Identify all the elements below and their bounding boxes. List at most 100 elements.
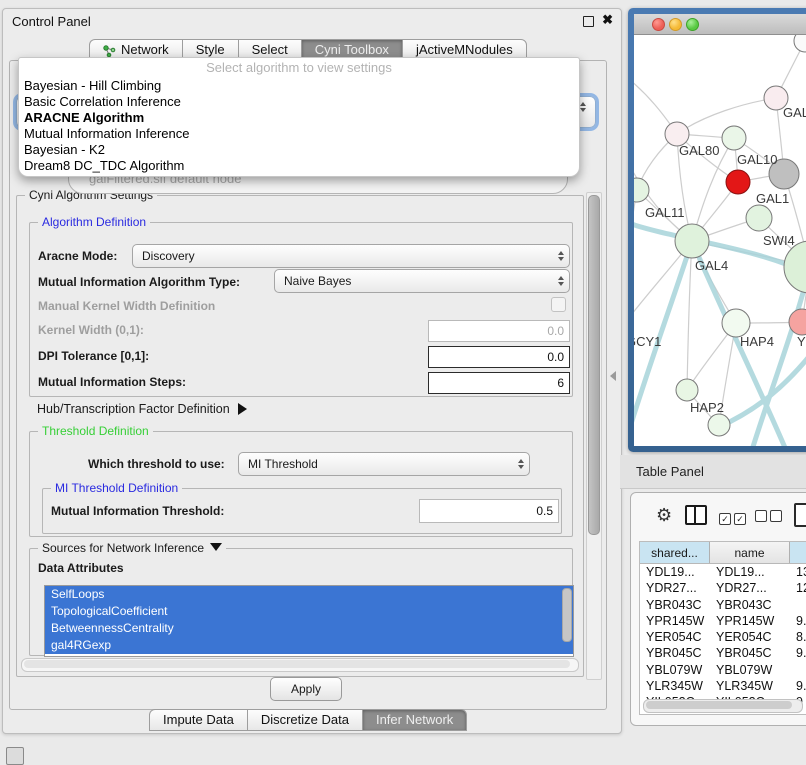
settings-hscroll-thumb[interactable]: [24, 660, 570, 668]
apply-button[interactable]: Apply: [270, 677, 342, 701]
table-cell[interactable]: YER054C: [710, 629, 790, 645]
split-panel-icon-button[interactable]: [685, 505, 707, 525]
algorithm-item-bayesian-k2[interactable]: Bayesian - K2: [19, 142, 579, 158]
window-zoom-icon[interactable]: [686, 18, 699, 31]
network-edge-highlighted: [752, 267, 806, 446]
mi-steps-label: Mutual Information Steps:: [38, 375, 186, 389]
table-cell[interactable]: YBR043C: [710, 597, 790, 613]
table-cell[interactable]: YPR145W: [710, 613, 790, 629]
table-cell[interactable]: YDR27...: [710, 580, 790, 596]
tab-impute-data[interactable]: Impute Data: [149, 709, 247, 731]
table-cell[interactable]: 9.: [790, 645, 806, 661]
table-cell[interactable]: YBR045C: [710, 645, 790, 661]
deselect-all-columns-icon-button[interactable]: [755, 509, 785, 527]
algorithm-item-basic-correlation-inference[interactable]: Basic Correlation Inference: [19, 94, 579, 110]
algorithm-item-bayesian-hill-climbing[interactable]: Bayesian - Hill Climbing: [19, 78, 579, 94]
mi-type-combobox[interactable]: Naive Bayes: [274, 269, 570, 293]
table-cell[interactable]: YBR045C: [640, 645, 710, 661]
column-header-shared[interactable]: shared...: [640, 542, 710, 563]
tab-label: Infer Network: [376, 710, 453, 730]
which-threshold-combobox[interactable]: MI Threshold: [238, 452, 530, 476]
node-label-gal80: GAL80: [679, 143, 719, 158]
table-cell[interactable]: YLR345W: [710, 678, 790, 694]
table-cell[interactable]: [790, 597, 806, 613]
tab-infer-network[interactable]: Infer Network: [362, 709, 467, 731]
table-row[interactable]: YBR045CYBR045C9.: [640, 645, 806, 661]
table-row[interactable]: YDL19...YDL19...13: [640, 564, 806, 580]
select-all-columns-icon: ✓: [734, 513, 746, 525]
sources-title-toggle[interactable]: Sources for Network Inference: [38, 541, 226, 555]
hub-tf-section-toggle[interactable]: Hub/Transcription Factor Definition: [37, 402, 247, 416]
float-window-icon[interactable]: [583, 16, 594, 27]
manual-kernel-checkbox[interactable]: [551, 297, 566, 312]
attribute-item-selfloops[interactable]: SelfLoops: [45, 586, 573, 603]
control-panel-window: Control Panel ✖ NetworkStyleSelectCyni T…: [2, 8, 622, 734]
mi-threshold-field[interactable]: [419, 499, 559, 523]
table-cell[interactable]: YPR145W: [640, 613, 710, 629]
table-cell[interactable]: YBL079W: [640, 662, 710, 678]
settings-vscroll-thumb[interactable]: [588, 195, 600, 535]
algorithm-item-aracne-algorithm[interactable]: ARACNE Algorithm: [19, 110, 579, 126]
table-cell[interactable]: YDR27...: [640, 580, 710, 596]
network-node-hap2[interactable]: [676, 379, 698, 401]
settings-gear-icon-button[interactable]: ⚙: [656, 505, 672, 526]
network-view-window: GALGAL80GAL10GAL1GAL11SWI4GAL4GCY1HAP4YH…: [628, 8, 806, 452]
table-row[interactable]: YDR27...YDR27...12: [640, 580, 806, 596]
table-cell[interactable]: YDL19...: [640, 564, 710, 580]
minimized-panel-icon[interactable]: [6, 747, 24, 765]
table-cell[interactable]: YDL19...: [710, 564, 790, 580]
node-label-y: Y: [797, 334, 806, 349]
tab-discretize-data[interactable]: Discretize Data: [247, 709, 362, 731]
attribute-item-betweennesscentrality[interactable]: BetweennessCentrality: [45, 620, 573, 637]
table-icon-button[interactable]: [794, 503, 806, 527]
algorithm-item-dream8-dc-tdc-algorithm[interactable]: Dream8 DC_TDC Algorithm: [19, 158, 579, 174]
attribute-item-gal4rgexp[interactable]: gal4RGexp: [45, 637, 573, 654]
table-row[interactable]: YPR145WYPR145W9.: [640, 613, 806, 629]
table-row[interactable]: YLR345WYLR345W9.: [640, 678, 806, 694]
table-toolbar: ⚙ ✓✓: [631, 493, 806, 539]
table-cell[interactable]: 8.: [790, 629, 806, 645]
table-cell[interactable]: 9.: [790, 678, 806, 694]
table-cell[interactable]: [790, 662, 806, 678]
cyni-algorithm-settings-group: Cyni Algorithm Settings Algorithm Defini…: [16, 195, 584, 677]
network-tab-icon: [103, 44, 116, 57]
table-cell[interactable]: YBR043C: [640, 597, 710, 613]
network-node-gal11[interactable]: [634, 178, 649, 202]
kernel-width-field[interactable]: [428, 320, 570, 342]
mi-steps-field[interactable]: [428, 372, 570, 394]
column-header-name[interactable]: name: [710, 542, 790, 563]
splitter-collapse-arrow-icon[interactable]: [610, 371, 616, 381]
network-node-swi4[interactable]: [746, 205, 772, 231]
column-header-clipped[interactable]: [790, 542, 806, 563]
table-cell[interactable]: 9.: [790, 613, 806, 629]
aracne-mode-combobox[interactable]: Discovery: [132, 244, 570, 268]
list-scrollbar-thumb[interactable]: [562, 588, 572, 642]
algorithm-placeholder: Select algorithm to view settings: [19, 58, 579, 78]
table-row[interactable]: YBR043CYBR043C: [640, 597, 806, 613]
table-cell[interactable]: YLR345W: [640, 678, 710, 694]
select-all-columns-icon-button[interactable]: ✓✓: [719, 509, 749, 527]
window-minimize-icon[interactable]: [669, 18, 682, 31]
attribute-item-topologicalcoefficient[interactable]: TopologicalCoefficient: [45, 603, 573, 620]
network-node-gal1[interactable]: [726, 170, 750, 194]
table-row[interactable]: YBL079WYBL079W: [640, 662, 806, 678]
table-cell[interactable]: 12: [790, 580, 806, 596]
table-hscroll-thumb[interactable]: [646, 701, 792, 709]
window-close-icon[interactable]: [652, 18, 665, 31]
algorithm-item-mutual-information-inference[interactable]: Mutual Information Inference: [19, 126, 579, 142]
network-node[interactable]: [794, 35, 806, 52]
network-node-gal4[interactable]: [675, 224, 709, 258]
table-cell[interactable]: 13: [790, 564, 806, 580]
network-node[interactable]: [784, 241, 806, 293]
table-cell[interactable]: YBL079W: [710, 662, 790, 678]
network-canvas[interactable]: GALGAL80GAL10GAL1GAL11SWI4GAL4GCY1HAP4YH…: [634, 35, 806, 446]
dpi-tolerance-field[interactable]: [428, 346, 570, 368]
close-panel-icon[interactable]: ✖: [602, 12, 613, 28]
table-row[interactable]: YER054CYER054C8.: [640, 629, 806, 645]
algorithm-dropdown-popup: Select algorithm to view settings Bayesi…: [18, 57, 580, 177]
node-label-swi4: SWI4: [763, 233, 795, 248]
network-node-hap4[interactable]: [722, 309, 750, 337]
table-cell[interactable]: YER054C: [640, 629, 710, 645]
network-node[interactable]: [708, 414, 730, 436]
network-node-gal10[interactable]: [722, 126, 746, 150]
